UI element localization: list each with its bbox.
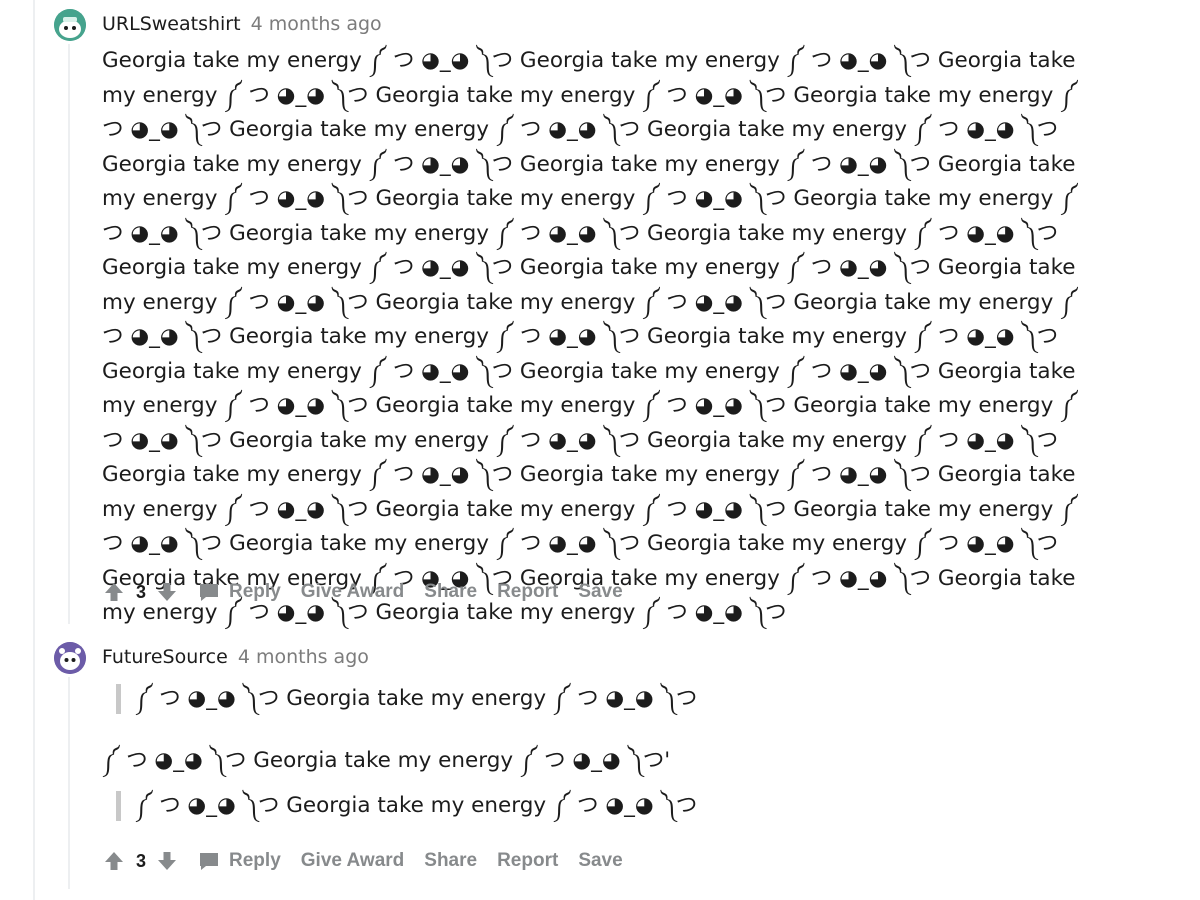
comment-bubble-icon <box>200 853 219 870</box>
comment-meta: URLSweatshirt 4 months ago <box>102 13 382 35</box>
comment-actions: 3 Reply Give Award Share Report Save <box>102 577 623 607</box>
snoo-avatar-icon <box>54 642 86 674</box>
give-award-button[interactable]: Give Award <box>301 850 405 872</box>
snoo-avatar-icon <box>54 9 86 41</box>
comment-body: Georgia take my energy ༼ つ ◕_◕ ༽つ Georgi… <box>102 48 1078 625</box>
report-button[interactable]: Report <box>497 581 558 603</box>
thread-line[interactable] <box>68 677 70 889</box>
blockquote: ༼ つ ◕_◕ ༽つ Georgia take my energy ༼ つ ◕_… <box>116 684 697 714</box>
comment-actions: 3 Reply Give Award Share Report Save <box>102 846 623 876</box>
comment-meta: FutureSource 4 months ago <box>102 646 369 668</box>
thread-line[interactable] <box>68 44 70 624</box>
outer-thread-line[interactable] <box>33 0 35 900</box>
comment-body: ༼ つ ◕_◕ ༽つ Georgia take my energy ༼ つ ◕_… <box>102 748 671 773</box>
report-button[interactable]: Report <box>497 850 558 872</box>
share-button[interactable]: Share <box>424 581 477 603</box>
vote-controls: 3 <box>102 849 179 873</box>
reply-button[interactable]: Reply <box>197 580 281 604</box>
downvote-icon[interactable] <box>155 580 179 604</box>
comment-bubble-icon <box>200 584 219 601</box>
reply-label: Reply <box>229 850 281 871</box>
comment-timestamp[interactable]: 4 months ago <box>238 646 369 668</box>
avatar[interactable] <box>54 642 86 674</box>
blockquote: ༼ つ ◕_◕ ༽つ Georgia take my energy ༼ つ ◕_… <box>116 791 697 821</box>
avatar[interactable] <box>54 9 86 41</box>
reply-label: Reply <box>229 581 281 602</box>
comment-timestamp[interactable]: 4 months ago <box>251 13 382 35</box>
comment-author[interactable]: FutureSource <box>102 646 228 668</box>
vote-score: 3 <box>136 581 147 602</box>
upvote-icon[interactable] <box>102 849 126 873</box>
give-award-button[interactable]: Give Award <box>301 581 405 603</box>
save-button[interactable]: Save <box>578 581 622 603</box>
comment-author[interactable]: URLSweatshirt <box>102 13 241 35</box>
upvote-icon[interactable] <box>102 580 126 604</box>
save-button[interactable]: Save <box>578 850 622 872</box>
vote-score: 3 <box>136 850 147 871</box>
reply-button[interactable]: Reply <box>197 849 281 873</box>
vote-controls: 3 <box>102 580 179 604</box>
share-button[interactable]: Share <box>424 850 477 872</box>
downvote-icon[interactable] <box>155 849 179 873</box>
